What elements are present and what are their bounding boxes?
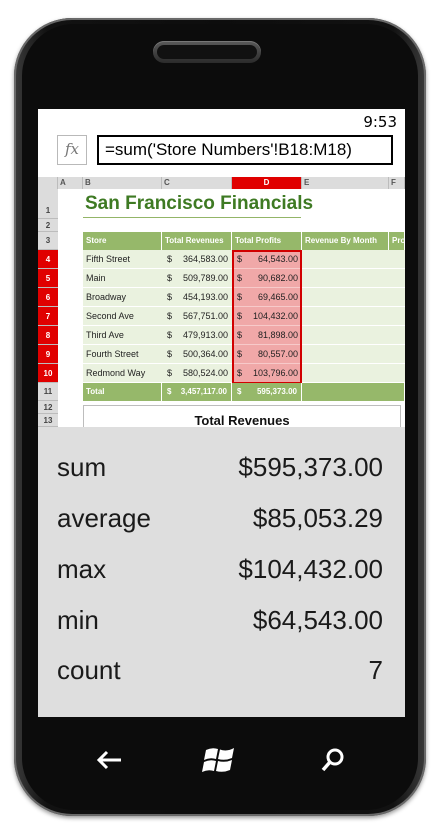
cell-store[interactable]: Second Ave xyxy=(83,307,162,326)
summary-row-average: average $85,053.29 xyxy=(38,495,405,545)
summary-row-sum: sum $595,373.00 xyxy=(38,444,405,494)
cell-profit[interactable]: $80,557.00 xyxy=(232,345,302,364)
header-profit-partial[interactable]: Pro xyxy=(389,232,405,250)
header-revenue-by-month[interactable]: Revenue By Month xyxy=(302,232,389,250)
summary-label: average xyxy=(57,503,151,533)
row-header-12[interactable]: 12 xyxy=(38,401,58,414)
cell-store[interactable]: Redmond Way xyxy=(83,364,162,383)
formula-input[interactable]: =sum('Store Numbers'!B18:M18) xyxy=(97,135,393,165)
row-header-5[interactable]: 5 xyxy=(38,269,58,288)
cell-revenue[interactable]: $500,364.00 xyxy=(162,345,232,364)
total-profit[interactable]: $595,373.00 xyxy=(232,383,302,401)
row-header-6[interactable]: 6 xyxy=(38,288,58,307)
column-header-e[interactable]: E xyxy=(302,177,389,189)
summary-row-min: min $64,543.00 xyxy=(38,597,405,647)
sheet-title[interactable]: San Francisco Financials xyxy=(85,193,313,215)
corner-header[interactable] xyxy=(38,177,58,189)
cell-profit[interactable]: $64,543.00 xyxy=(232,250,302,269)
row-header-7[interactable]: 7 xyxy=(38,307,58,326)
row-header-3[interactable]: 3 xyxy=(38,232,58,250)
summary-value: $85,053.29 xyxy=(252,503,383,533)
cell-empty[interactable] xyxy=(302,307,405,326)
total-empty[interactable] xyxy=(302,383,405,401)
cell-empty[interactable] xyxy=(302,250,405,269)
column-header-b[interactable]: B xyxy=(83,177,162,189)
summary-value: 7 xyxy=(368,655,383,685)
cell-profit[interactable]: $104,432.00 xyxy=(232,307,302,326)
title-underline xyxy=(83,217,301,218)
function-icon[interactable]: fx xyxy=(57,135,87,165)
total-revenue[interactable]: $3,457,117.00 xyxy=(162,383,232,401)
windows-logo-icon[interactable] xyxy=(200,740,240,780)
back-arrow-icon[interactable] xyxy=(89,740,129,780)
cell-profit[interactable]: $81,898.00 xyxy=(232,326,302,345)
cell-store[interactable]: Fourth Street xyxy=(83,345,162,364)
summary-label: sum xyxy=(57,452,107,482)
cell-store[interactable]: Broadway xyxy=(83,288,162,307)
column-header-d[interactable]: D xyxy=(232,177,302,189)
status-time: 9:53 xyxy=(363,113,397,131)
header-total-profits[interactable]: Total Profits xyxy=(232,232,302,250)
row-header-4[interactable]: 4 xyxy=(38,250,58,269)
cell-revenue[interactable]: $364,583.00 xyxy=(162,250,232,269)
summary-label: count xyxy=(57,655,121,685)
header-store[interactable]: Store xyxy=(83,232,162,250)
chart-title: Total Revenues xyxy=(194,413,290,428)
total-label[interactable]: Total xyxy=(83,383,162,401)
summary-panel: sum $595,373.00 average $85,053.29 max $… xyxy=(38,427,405,717)
search-icon[interactable] xyxy=(313,740,353,780)
summary-label: max xyxy=(57,554,107,584)
cell-profit[interactable]: $90,682.00 xyxy=(232,269,302,288)
row-header-13[interactable]: 13 xyxy=(38,414,58,427)
cell-empty[interactable] xyxy=(302,345,405,364)
cell-empty[interactable] xyxy=(302,288,405,307)
row-header-11[interactable]: 11 xyxy=(38,383,58,401)
summary-row-max: max $104,432.00 xyxy=(38,546,405,596)
cell-profit[interactable]: $103,796.00 xyxy=(232,364,302,383)
cell-store[interactable]: Fifth Street xyxy=(83,250,162,269)
row-header-1[interactable]: 1 xyxy=(38,189,58,219)
cell-revenue[interactable]: $454,193.00 xyxy=(162,288,232,307)
cell-empty[interactable] xyxy=(302,326,405,345)
row-header-10[interactable]: 10 xyxy=(38,364,58,383)
cell-revenue[interactable]: $479,913.00 xyxy=(162,326,232,345)
row-header-8[interactable]: 8 xyxy=(38,326,58,345)
summary-value: $595,373.00 xyxy=(238,452,383,482)
cell-empty[interactable] xyxy=(302,364,405,383)
column-header-f[interactable]: F xyxy=(389,177,405,189)
cell-profit[interactable]: $69,465.00 xyxy=(232,288,302,307)
screen: 9:53 fx =sum('Store Numbers'!B18:M18) A … xyxy=(38,109,405,717)
cell-empty[interactable] xyxy=(302,269,405,288)
column-header-a[interactable]: A xyxy=(58,177,83,189)
cell-store[interactable]: Third Ave xyxy=(83,326,162,345)
row-header-9[interactable]: 9 xyxy=(38,345,58,364)
summary-value: $64,543.00 xyxy=(252,605,383,635)
cell-revenue[interactable]: $580,524.00 xyxy=(162,364,232,383)
cell-store[interactable]: Main xyxy=(83,269,162,288)
summary-row-count: count 7 xyxy=(38,647,405,697)
column-header-c[interactable]: C xyxy=(162,177,232,189)
earpiece-speaker xyxy=(153,41,261,63)
cell-revenue[interactable]: $509,789.00 xyxy=(162,269,232,288)
row-header-2[interactable]: 2 xyxy=(38,219,58,232)
cell-revenue[interactable]: $567,751.00 xyxy=(162,307,232,326)
header-total-revenues[interactable]: Total Revenues xyxy=(162,232,232,250)
spreadsheet-grid[interactable]: A B C D E F 1 2 3 4 5 6 7 8 9 10 11 12 1… xyxy=(38,177,405,437)
summary-value: $104,432.00 xyxy=(238,554,383,584)
summary-label: min xyxy=(57,605,99,635)
